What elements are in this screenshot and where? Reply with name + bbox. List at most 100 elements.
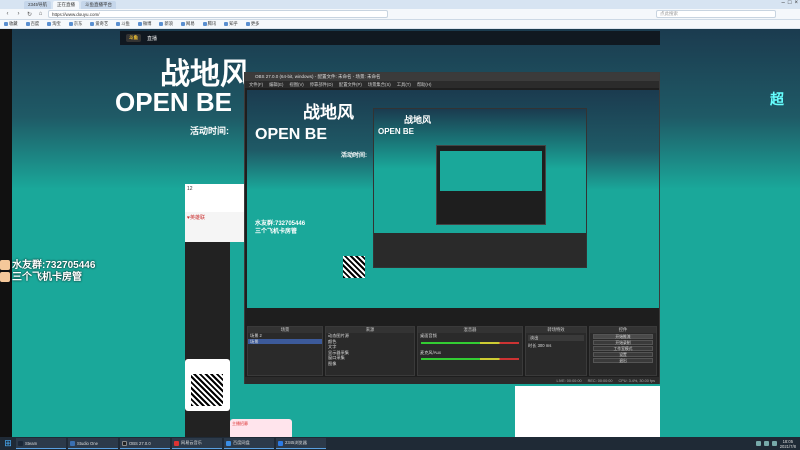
studio-mode-button[interactable]: 工作室模式 xyxy=(593,346,653,351)
bookmark-item[interactable]: 网易 xyxy=(181,21,195,27)
settings-button[interactable]: 设置 xyxy=(593,352,653,357)
bookmark-item[interactable]: 微博 xyxy=(137,21,151,27)
bookmark-item[interactable]: 百度 xyxy=(25,21,39,27)
input-method-icon[interactable] xyxy=(771,441,777,446)
sources-dock: 来源 动态图片源 颜色 文字 显示器采集 窗口采集 图像 xyxy=(325,326,415,376)
maximize-icon[interactable]: □ xyxy=(788,0,792,6)
source-item[interactable]: 图像 xyxy=(326,361,414,367)
url-input[interactable]: https://www.douyu.com/ xyxy=(48,10,388,18)
nav-live-link[interactable]: 直播 xyxy=(147,35,157,42)
taskbar: ⊞ Steam Studio One OBS 27.0.0 网易云音乐 百度网盘… xyxy=(0,437,800,450)
bookmark-icon xyxy=(224,22,229,26)
menu-profile[interactable]: 配置文件(P) xyxy=(339,82,362,88)
controls-header: 控件 xyxy=(590,327,656,333)
taskbar-item[interactable]: 网易云音乐 xyxy=(172,438,222,449)
exit-button[interactable]: 退出 xyxy=(593,358,653,363)
bookmark-icon xyxy=(90,22,95,26)
obs-icon xyxy=(122,440,127,446)
menu-view[interactable]: 视图(V) xyxy=(289,82,303,88)
right-art: 超 xyxy=(770,91,784,107)
bookmark-item[interactable]: 爱奇艺 xyxy=(90,21,108,27)
right-info-panel xyxy=(515,386,660,437)
preview-room-manager: 三个飞机卡房管 xyxy=(255,229,298,235)
bookmark-icon xyxy=(25,22,30,26)
browser-icon xyxy=(278,440,283,446)
menu-docks[interactable]: 停靠部件(D) xyxy=(310,82,333,88)
network-icon[interactable] xyxy=(755,441,761,446)
stat-card[interactable]: 12 xyxy=(185,184,245,214)
duration-field[interactable]: 时长 300 ms xyxy=(526,343,586,349)
menu-help[interactable]: 帮助(H) xyxy=(417,82,432,88)
live-status: LIVE: 00:00:00 xyxy=(556,378,582,383)
taskbar-item[interactable]: Studio One xyxy=(68,438,118,449)
game-card[interactable]: ♥英雄联 xyxy=(185,212,245,242)
refresh-icon[interactable]: ↻ xyxy=(26,11,33,18)
bookmark-item[interactable]: 知乎 xyxy=(224,21,238,27)
bookmark-item[interactable]: 新浪 xyxy=(159,21,173,27)
obs-preview[interactable]: 战地风 OPEN BE 活动时间: 水友群:732705446 三个飞机卡房管 … xyxy=(247,90,659,308)
hero-subtitle: OPEN BE xyxy=(115,87,233,117)
site-nav: 斗鱼 直播 xyxy=(120,31,660,45)
windows-start-icon[interactable]: ⊞ xyxy=(2,438,14,449)
start-recording-button[interactable]: 开始录制 xyxy=(593,340,653,345)
promo-banner[interactable]: 主播招募 xyxy=(230,419,292,437)
transition-select[interactable]: 淡出 xyxy=(528,335,584,341)
scenes-dock: 场景 场景 2 场景 xyxy=(247,326,323,376)
menu-tools[interactable]: 工具(T) xyxy=(397,82,411,88)
bookmark-icon xyxy=(137,22,142,26)
search-input[interactable]: 点此搜索 xyxy=(656,10,776,18)
taskbar-item[interactable]: 百度网盘 xyxy=(224,438,274,449)
tab-0[interactable]: 2345导航 xyxy=(24,0,52,9)
close-icon[interactable]: × xyxy=(794,0,798,6)
transitions-dock: 转场特效 淡出 时长 300 ms xyxy=(525,326,587,376)
bookmark-icon xyxy=(4,22,8,26)
menu-edit[interactable]: 编辑(E) xyxy=(269,82,283,88)
volume-meter xyxy=(421,341,519,344)
clock[interactable]: 18:05 2021/7/8 xyxy=(780,439,796,449)
system-tray: 18:05 2021/7/8 xyxy=(755,437,796,450)
cloud-drive-icon xyxy=(226,440,231,446)
minimize-icon[interactable]: – xyxy=(782,0,785,6)
bookmark-item[interactable]: 京东 xyxy=(68,21,82,27)
bookmark-item[interactable]: 斗鱼 xyxy=(116,21,130,27)
home-icon[interactable]: ⌂ xyxy=(37,11,44,17)
web-page: 斗鱼 直播 战地风 OPEN BE 活动时间: 超 水友群:732705446 … xyxy=(0,29,800,437)
taskbar-item[interactable]: OBS 27.0.0 xyxy=(120,438,170,449)
taskbar-item[interactable]: Steam xyxy=(16,438,66,449)
obs-status-bar: LIVE: 00:00:00 REC: 00:00:00 CPU: 3.4%, … xyxy=(245,377,659,384)
bookmark-icon xyxy=(245,22,250,26)
nested-docks xyxy=(374,233,586,267)
obs-window: OBS 27.0.0 (64-bit, windows) - 配置文件: 未命名… xyxy=(244,72,660,384)
start-streaming-button[interactable]: 开始推流 xyxy=(593,334,653,339)
hero-date: 活动时间: xyxy=(190,126,229,136)
bookmark-item[interactable]: 淘宝 xyxy=(47,21,61,27)
music-icon xyxy=(174,440,179,446)
avatar xyxy=(0,272,10,283)
bookmark-icon xyxy=(202,22,207,26)
taskbar-item[interactable]: 2345浏览器 xyxy=(276,438,326,449)
menu-file[interactable]: 文件(F) xyxy=(249,82,263,88)
bookmark-item[interactable]: 收藏 xyxy=(4,21,18,27)
volume-icon[interactable] xyxy=(763,441,769,446)
preview-date: 活动时间: xyxy=(341,153,367,159)
bookmark-item[interactable]: 腾讯 xyxy=(202,21,216,27)
transitions-header: 转场特效 xyxy=(526,327,586,333)
cpu-status: CPU: 3.4%, 30.00 fps xyxy=(618,378,655,383)
preview-subtitle: OPEN BE xyxy=(255,126,328,143)
controls-dock: 控件 开始推流 开始录制 工作室模式 设置 退出 xyxy=(589,326,657,376)
site-logo[interactable]: 斗鱼 xyxy=(126,34,141,42)
menu-scene-collection[interactable]: 场景集合(S) xyxy=(368,82,391,88)
forward-icon[interactable]: › xyxy=(15,11,22,17)
back-icon[interactable]: ‹ xyxy=(4,11,11,17)
preview-title: 战地风 xyxy=(303,103,354,122)
steam-icon xyxy=(18,440,23,446)
browser-tab-bar: 2345导航 正在直播 斗鱼直播平台 – □ × xyxy=(0,0,800,9)
bookmark-item[interactable]: 更多 xyxy=(245,21,259,27)
tab-1[interactable]: 正在直播 xyxy=(53,0,80,9)
left-edge xyxy=(0,29,12,437)
bookmark-icon xyxy=(159,22,164,26)
bookmark-icon xyxy=(47,22,52,26)
tab-2[interactable]: 斗鱼直播平台 xyxy=(81,0,117,9)
nested-subtitle: OPEN BE xyxy=(378,127,415,136)
scene-item[interactable]: 场景 xyxy=(248,338,322,344)
